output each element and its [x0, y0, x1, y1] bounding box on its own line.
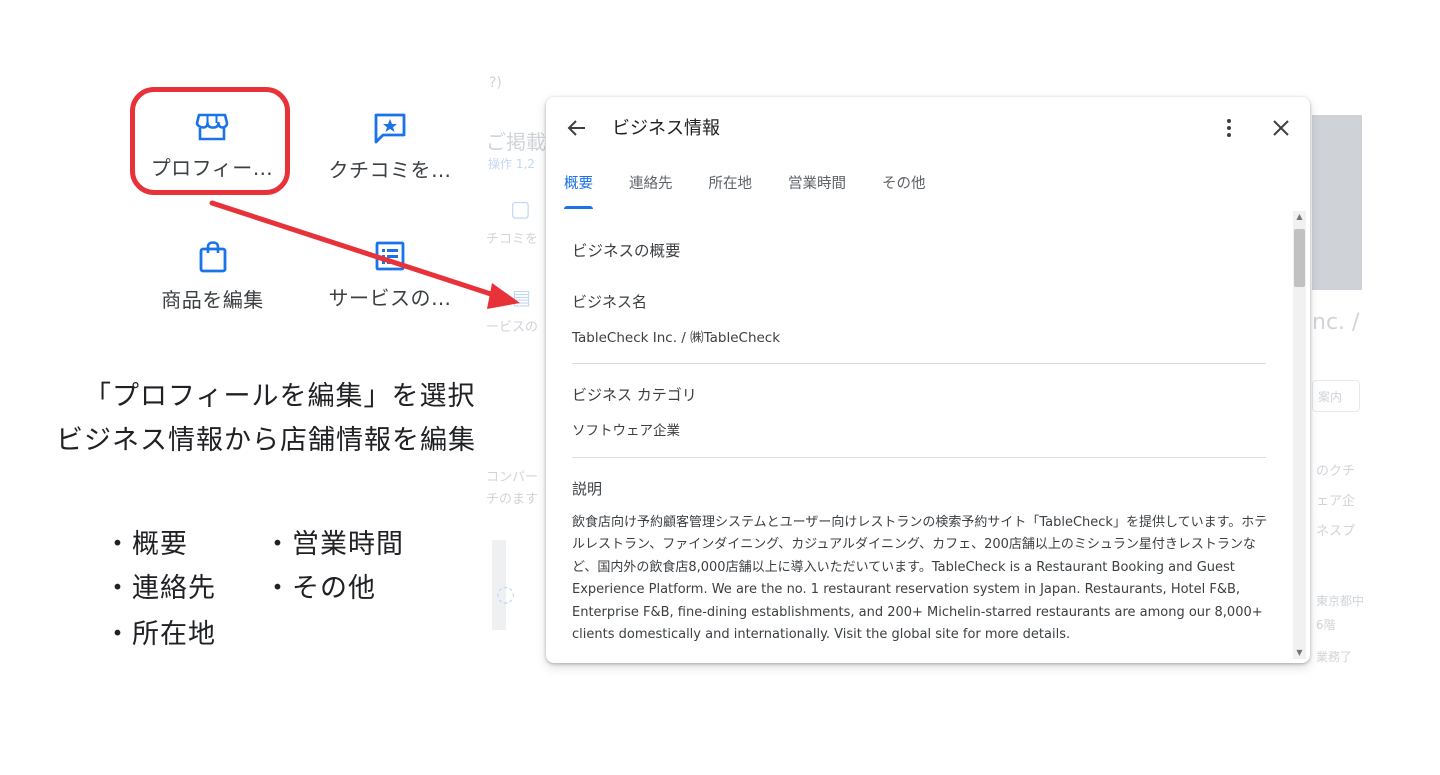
close-icon — [1273, 120, 1289, 136]
bg-fragment: 業務了 — [1316, 650, 1353, 664]
more-options-button[interactable] — [1214, 111, 1244, 145]
bg-fragment: ェア企 — [1316, 494, 1356, 509]
arrow-back-icon — [567, 120, 585, 136]
bg-photo — [1312, 115, 1362, 290]
business-name-value: TableCheck Inc. / ㈱TableCheck — [572, 330, 781, 346]
divider — [572, 363, 1266, 364]
back-button[interactable] — [560, 111, 594, 145]
instruction-line-2: ビジネス情報から店舗情報を編集 — [56, 425, 476, 456]
bullet-contact: ・連絡先 — [104, 573, 216, 604]
tab-overview[interactable]: 概要 — [564, 173, 593, 211]
dialog-scrollbar[interactable]: ▲ ▼ — [1293, 211, 1306, 659]
bullet-overview: ・概要 — [104, 529, 188, 560]
bullet-other: ・その他 — [264, 573, 376, 604]
description-text: 飲食店向け予約顧客管理システムとユーザー向けレストランの検索予約サイト「Tabl… — [572, 515, 1268, 643]
instruction-line-1: 「プロフィールを編集」を選択 — [84, 381, 476, 412]
business-category-label: ビジネス カテゴリ — [572, 386, 697, 404]
description-label: 説明 — [572, 480, 603, 498]
bg-spinner: ◌ — [496, 582, 516, 607]
tab-location[interactable]: 所在地 — [709, 173, 753, 211]
scroll-thumb[interactable] — [1294, 229, 1305, 287]
business-info-dialog: ビジネス情報 概要 連絡先 所在地 営業時間 その他 ビジネスの概要 ビジネス名… — [546, 97, 1310, 663]
bullet-location: ・所在地 — [104, 619, 216, 650]
more-vert-icon — [1227, 119, 1231, 137]
dialog-header: ビジネス情報 — [546, 97, 1310, 157]
tab-other[interactable]: その他 — [882, 173, 926, 211]
section-title: ビジネスの概要 — [572, 242, 681, 260]
bullet-hours: ・営業時間 — [264, 529, 404, 560]
tab-hours[interactable]: 営業時間 — [788, 173, 846, 211]
tab-contact[interactable]: 連絡先 — [629, 173, 673, 211]
dialog-title: ビジネス情報 — [612, 118, 720, 139]
bg-fragment: 案内 — [1318, 390, 1343, 404]
business-name-label: ビジネス名 — [572, 293, 648, 311]
bg-fragment: ネスプ — [1316, 524, 1356, 539]
divider — [572, 457, 1266, 458]
bg-fragment: のクチ — [1316, 464, 1356, 479]
scroll-up-icon[interactable]: ▲ — [1293, 211, 1306, 223]
bg-fragment: 6階 — [1316, 618, 1336, 632]
pointer-arrow — [209, 200, 520, 309]
bg-fragment: 東京都中 — [1316, 594, 1365, 608]
dialog-tabs: 概要 連絡先 所在地 営業時間 その他 — [564, 173, 962, 211]
bg-fragment: コンパー — [486, 470, 539, 485]
scroll-down-icon[interactable]: ▼ — [1293, 647, 1306, 659]
bg-fragment: nc. / — [1312, 310, 1360, 335]
business-category-value: ソフトウェア企業 — [572, 423, 680, 439]
close-button[interactable] — [1264, 111, 1298, 145]
bg-fragment: チのます — [486, 492, 539, 507]
